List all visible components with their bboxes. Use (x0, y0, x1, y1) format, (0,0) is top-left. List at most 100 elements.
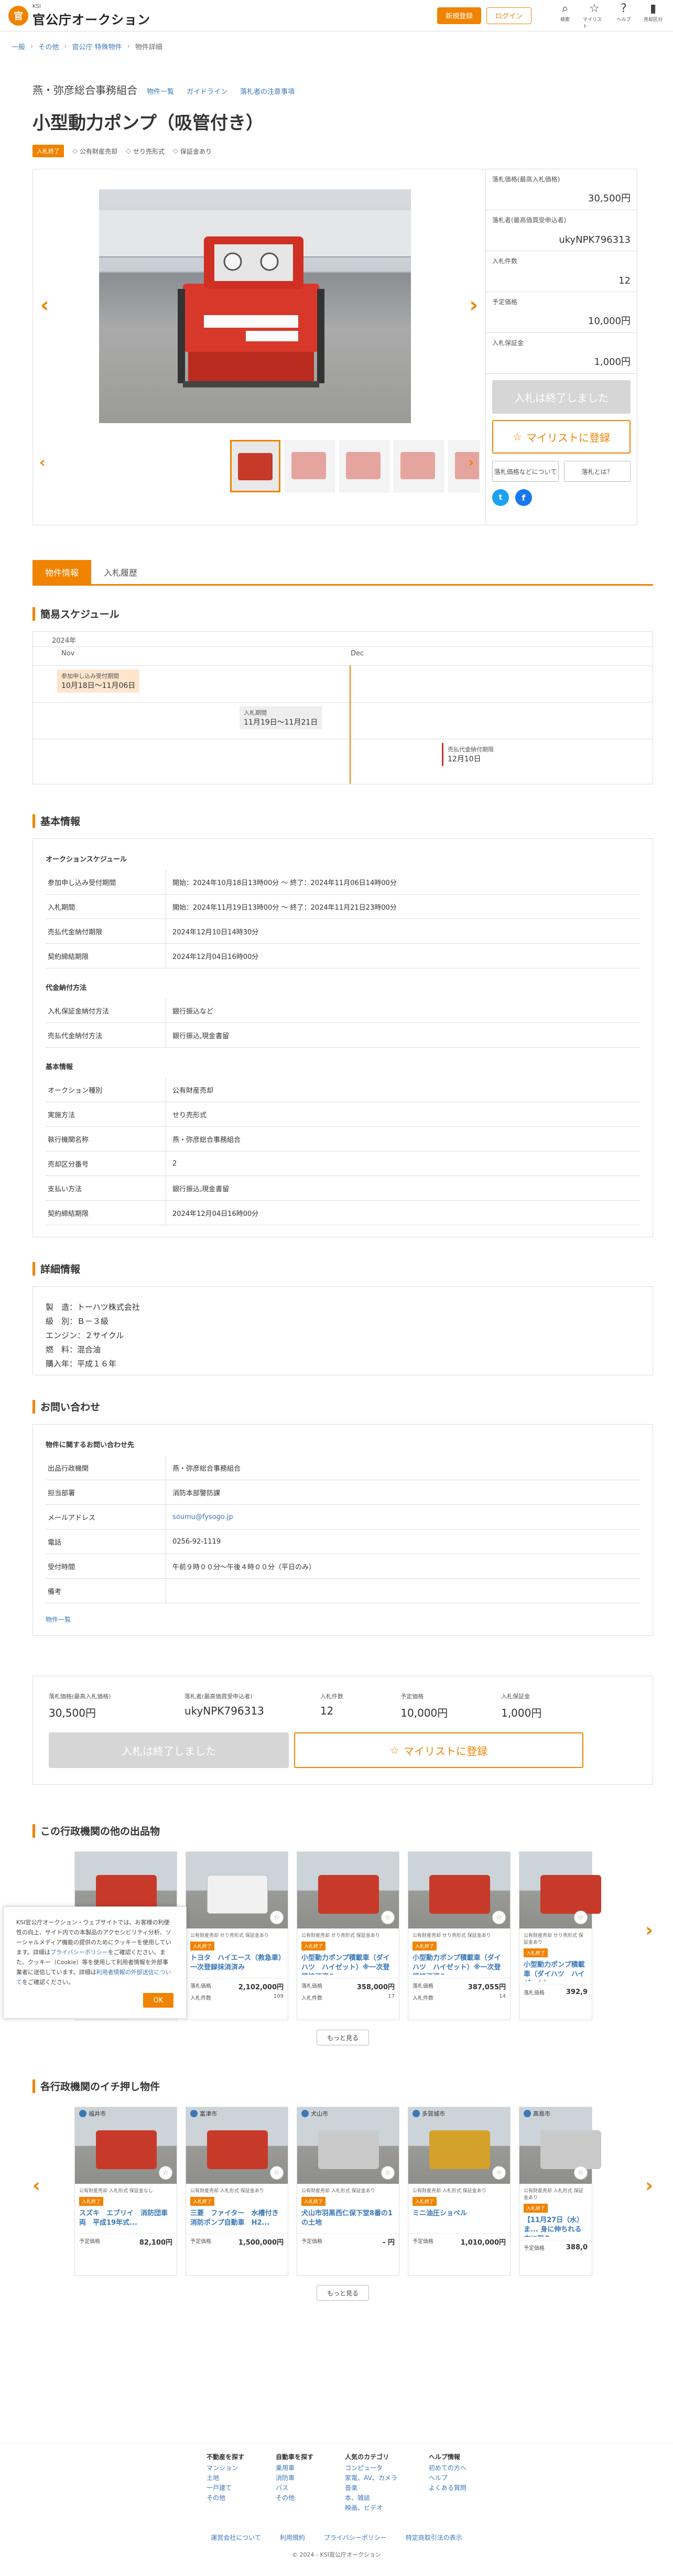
cookie-ok-button[interactable]: OK (143, 1993, 173, 2008)
agency-link[interactable]: 物件一覧 (147, 86, 174, 96)
add-to-wishlist-button[interactable]: ☆ マイリストに登録 (492, 420, 631, 454)
footer-link[interactable]: バス (276, 2483, 313, 2492)
product-card[interactable]: ☆ 公有財産売却 せり売形式 保証金あり 入札終了 小型動力ポンプ積載車（ダイハツ ハ… (408, 1851, 511, 2020)
card-title[interactable]: 小型動力ポンプ積載車（ダイハツ ハイゼット）※一次登録抹消済み (408, 1950, 510, 1975)
thumbnail[interactable] (394, 440, 444, 492)
card-title[interactable]: 三菱 ファイター 水槽付き消防ポンプ自動車 H2... (186, 2206, 288, 2230)
product-card[interactable]: ☆ 高島市 公有財産売却 入札形式 保証金あり 入札終了 【11月27日（水）ま... … (519, 2107, 601, 2276)
card-title[interactable]: 小型動力ポンプ積載車（ダイハツ ハイゼット） (519, 1957, 592, 1981)
footer-link[interactable]: マンション (207, 2463, 244, 2472)
carousel-next-arrow-icon[interactable]: › (645, 1920, 653, 1941)
footer-link[interactable]: 家電、AV、カメラ (345, 2473, 397, 2482)
footer-bottom-link[interactable]: 利用規約 (280, 2533, 305, 2542)
card-favorite-icon[interactable]: ☆ (574, 1911, 588, 1924)
card-favorite-icon[interactable]: ☆ (574, 2166, 588, 2180)
card-title[interactable]: トヨタ ハイエース（救急車）一次登録抹消済み (186, 1950, 288, 1975)
what-is-winning-button[interactable]: 落札とは？ (564, 461, 631, 482)
help-nav[interactable]: ? ヘルプ (612, 2, 635, 29)
tab-bid-history[interactable]: 入札履歴 (91, 560, 150, 584)
card-image[interactable]: ☆ 福井市 (75, 2107, 177, 2184)
footer-bottom-link[interactable]: 特定商取引法の表示 (406, 2533, 462, 2542)
card-image[interactable]: ☆ (297, 1852, 399, 1928)
footer-link[interactable]: その他 (276, 2493, 313, 2502)
footer-link[interactable]: その他 (207, 2493, 244, 2502)
thumbnail[interactable] (230, 440, 280, 492)
breadcrumb-item[interactable]: 官公庁 特殊物件 (72, 41, 122, 51)
footer-link[interactable]: ヘルプ (429, 2473, 466, 2482)
tab-item-info[interactable]: 物件情報 (32, 560, 92, 584)
card-favorite-icon[interactable]: ☆ (270, 2166, 284, 2180)
footer-link[interactable]: 土地 (207, 2473, 244, 2482)
bookmark-nav[interactable]: ▮ 売却区分 (642, 2, 665, 29)
product-card[interactable]: ☆ 福井市 公有財産売却 入札形式 保証金なし 入札終了 スズキ エブリイ 消防団車両 … (74, 2107, 177, 2276)
card-title[interactable]: スズキ エブリイ 消防団車両 平成19年式... (75, 2206, 177, 2230)
product-card[interactable]: ☆ 犬山市 公有財産売却 入札形式 保証金あり 入札終了 犬山市羽黒西仁保下堂8番の1の… (297, 2107, 399, 2276)
product-card[interactable]: ☆ 公有財産売却 せり売形式 保証金あり 入札終了 小型動力ポンプ積載車（ダイハツ ハ… (297, 1851, 399, 2020)
card-favorite-icon[interactable]: ☆ (381, 1911, 395, 1924)
thumbnail[interactable] (339, 440, 389, 492)
item-list-link[interactable]: 物件一覧 (46, 1615, 640, 1624)
footer-link[interactable]: 乗用車 (276, 2463, 313, 2472)
card-title[interactable]: 【11月27日（水）ま... 身に伸ちれる方に限り... (519, 2213, 592, 2237)
card-image[interactable]: ☆ (408, 1852, 510, 1928)
card-image[interactable]: ☆ 高島市 (519, 2107, 601, 2184)
thumbnail[interactable] (448, 440, 480, 492)
card-favorite-icon[interactable]: ☆ (492, 1911, 506, 1924)
product-card[interactable]: ☆ 富津市 公有財産売却 入札形式 保証金あり 入札終了 三菱 ファイター 水槽付き消防… (186, 2107, 288, 2276)
search-nav[interactable]: ⌕ 検索 (553, 2, 577, 29)
footer-link[interactable]: 映画、ビデオ (345, 2503, 397, 2512)
footer-bottom-link[interactable]: プライバシーポリシー (324, 2533, 387, 2542)
product-card[interactable]: ☆ 多賀城市 公有財産売却 入札形式 保証金あり 入札終了 ミニ油圧ショベル 予定価格 1,… (408, 2107, 511, 2276)
breadcrumb-item[interactable]: その他 (38, 41, 59, 51)
twitter-icon[interactable]: t (492, 489, 509, 506)
carousel-next-arrow-icon[interactable]: › (645, 2175, 653, 2196)
privacy-policy-link[interactable]: プライバシーポリシー (50, 1949, 108, 1956)
agency-name[interactable]: 燕・弥彦総合事務組合 (32, 82, 137, 97)
footer-column: 自動車を探す 乗用車 消防車 バス その他 (276, 2452, 313, 2512)
facebook-icon[interactable]: f (515, 489, 532, 506)
footer-link[interactable]: 消防車 (276, 2473, 313, 2482)
site-logo[interactable]: 官 KSI 官公庁オークション (8, 4, 150, 28)
card-favorite-icon[interactable]: ☆ (492, 2166, 506, 2180)
thumbs-next-arrow-icon[interactable]: › (468, 454, 474, 471)
main-photo[interactable] (99, 189, 411, 423)
thumbnail[interactable] (285, 440, 335, 492)
card-favorite-icon[interactable]: ☆ (381, 2166, 395, 2180)
agency-link[interactable]: ガイドライン (187, 86, 227, 96)
card-title[interactable]: 犬山市羽黒西仁保下堂8番の1の土地 (297, 2206, 399, 2230)
card-image[interactable]: ☆ 犬山市 (297, 2107, 399, 2184)
footer-link[interactable]: よくある質問 (429, 2483, 466, 2492)
bidding-closed-button[interactable]: 入札は終了しました (492, 380, 631, 414)
card-image[interactable]: ☆ 富津市 (186, 2107, 288, 2184)
card-image[interactable]: ☆ 多賀城市 (408, 2107, 510, 2184)
card-favorite-icon[interactable]: ☆ (159, 2166, 172, 2180)
next-image-arrow-icon[interactable]: › (470, 293, 478, 317)
contact-value[interactable]: soumu@fysogo.jp (166, 1513, 233, 1521)
register-button[interactable]: 新規登録 (437, 7, 481, 24)
product-card[interactable]: ☆ 公有財産売却 せり売形式 保証金あり 入札終了 小型動力ポンプ積載車（ダイハツ ハ… (519, 1851, 601, 2020)
other-items-more-button[interactable]: もっと見る (317, 2030, 369, 2045)
footer-link[interactable]: 本、雑誌 (345, 2493, 397, 2502)
add-to-wishlist-button-bottom[interactable]: ☆ マイリストに登録 (294, 1732, 583, 1768)
carousel-prev-arrow-icon[interactable]: ‹ (32, 2175, 40, 2196)
card-title[interactable]: ミニ油圧ショベル (408, 2206, 510, 2230)
card-image[interactable]: ☆ (186, 1852, 288, 1928)
price-info-button[interactable]: 落札価格などについて (492, 461, 559, 482)
card-favorite-icon[interactable]: ☆ (270, 1911, 284, 1924)
product-card[interactable]: ☆ 公有財産売却 せり売形式 保証金あり 入札終了 トヨタ ハイエース（救急車）一次登… (186, 1851, 288, 2020)
footer-link[interactable]: コンピュータ (345, 2463, 397, 2472)
prev-image-arrow-icon[interactable]: ‹ (40, 293, 49, 317)
featured-more-button[interactable]: もっと見る (317, 2285, 369, 2301)
card-image[interactable]: ☆ (519, 1852, 601, 1928)
footer-link[interactable]: 一戸建て (207, 2483, 244, 2492)
thumbs-prev-arrow-icon[interactable]: ‹ (39, 454, 46, 471)
card-title[interactable]: 小型動力ポンプ積載車（ダイハツ ハイゼット）※一次登録抹消済み (297, 1950, 399, 1975)
footer-bottom-link[interactable]: 運営会社について (211, 2533, 261, 2542)
star-nav[interactable]: ☆ マイリスト (583, 2, 606, 29)
login-button[interactable]: ログイン (486, 7, 531, 24)
bidding-closed-button-bottom[interactable]: 入札は終了しました (49, 1732, 289, 1768)
agency-link[interactable]: 落札者の注意事項 (240, 86, 295, 96)
footer-link[interactable]: 初めての方へ (429, 2463, 466, 2472)
breadcrumb-item[interactable]: 一般 (12, 41, 25, 51)
footer-link[interactable]: 音楽 (345, 2483, 397, 2492)
